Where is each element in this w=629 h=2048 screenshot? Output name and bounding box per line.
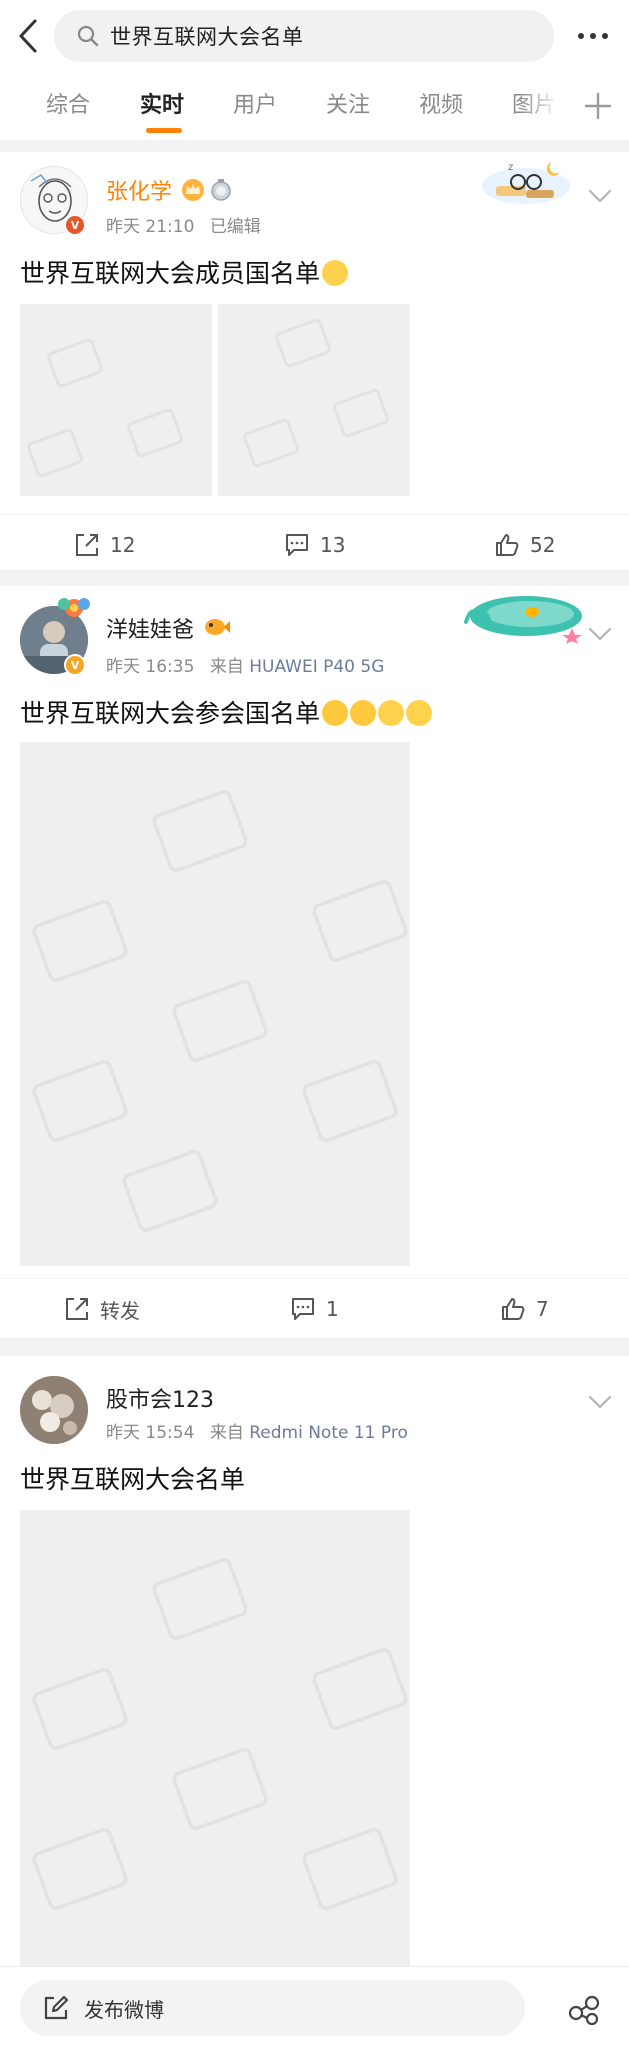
back-arrow-icon: [19, 19, 37, 53]
edited-label: 已编辑: [209, 217, 261, 237]
comment-count: 13: [320, 533, 346, 557]
post-source[interactable]: HUAWEI P40 5G: [249, 657, 384, 677]
bottom-bar: 发布微博: [0, 1966, 629, 2048]
repost-button[interactable]: 转发: [64, 1279, 140, 1339]
tab-fade-overlay: [520, 72, 560, 140]
post-image-placeholder[interactable]: [20, 1510, 410, 1966]
repost-label: 转发: [100, 1298, 140, 1323]
post-card[interactable]: V 张化学 昨天 21:10 已编辑 z 世界互联网大会成员国名单 12 13 …: [0, 152, 629, 570]
edit-icon: [44, 1995, 69, 2020]
repost-icon: [76, 534, 98, 556]
post-time: 昨天 15:54: [106, 1423, 195, 1443]
repost-button[interactable]: 12: [74, 515, 135, 575]
like-button[interactable]: 52: [494, 515, 555, 575]
post-author[interactable]: 张化学: [106, 180, 172, 205]
laugh-emoji-icon: [322, 700, 349, 726]
post-source[interactable]: Redmi Note 11 Pro: [249, 1423, 408, 1443]
repost-count: 12: [110, 533, 136, 557]
image-placeholder-icon: [27, 338, 183, 478]
laugh-cry-emoji-icon: [322, 260, 349, 286]
image-placeholder-icon: [32, 1558, 408, 1910]
more-options-button[interactable]: [568, 20, 618, 52]
post-image-placeholder[interactable]: [218, 304, 410, 496]
decoration-sticker-icon: [464, 596, 582, 644]
tab-video[interactable]: 视频: [419, 90, 463, 122]
thumbs-up-icon: [502, 1298, 525, 1320]
divider: [0, 140, 629, 152]
post-image-placeholder[interactable]: [20, 304, 212, 496]
tab-follow[interactable]: 关注: [326, 90, 370, 122]
post-image-placeholder[interactable]: [20, 742, 410, 1266]
post-card[interactable]: V 洋娃娃爸 昨天 16:35 来自 HUAWEI P40 5G 世界互联网大会…: [0, 586, 629, 1338]
image-placeholder-icon: [243, 318, 389, 468]
comment-icon: [292, 1298, 314, 1320]
post-time: 昨天 16:35: [106, 657, 195, 677]
laugh-emoji-icon: [350, 700, 377, 726]
dot-icon: [602, 33, 608, 39]
search-icon: [66, 10, 110, 62]
share-icon[interactable]: [566, 1991, 602, 2027]
post-text: 世界互联网大会成员国名单: [20, 259, 321, 288]
active-tab-indicator: [146, 128, 182, 133]
dot-icon: [590, 33, 596, 39]
verified-badge-icon: V: [64, 654, 86, 676]
crown-badge-icon: [182, 179, 204, 201]
post-time: 昨天 21:10: [106, 217, 195, 237]
comment-button[interactable]: 1: [290, 1279, 339, 1339]
post-card[interactable]: 股市会123 昨天 15:54 来自 Redmi Note 11 Pro 世界互…: [0, 1356, 629, 1966]
thumbs-up-icon: [496, 534, 519, 556]
source-prefix: 来自: [209, 1423, 244, 1443]
search-input[interactable]: 世界互联网大会名单: [54, 10, 554, 62]
back-button[interactable]: [10, 14, 46, 58]
decoration-sticker-icon: z: [482, 162, 570, 204]
chevron-down-icon[interactable]: [584, 1388, 616, 1416]
source-prefix: 来自: [209, 657, 244, 677]
comment-icon: [286, 534, 308, 556]
medal-badge-icon: [211, 179, 231, 201]
comment-button[interactable]: 13: [284, 515, 345, 575]
post-text: 世界互联网大会名单: [20, 1465, 246, 1494]
smile-emoji-icon: [378, 700, 405, 726]
verified-badge-icon: V: [64, 214, 86, 236]
chevron-down-icon[interactable]: [584, 620, 616, 648]
avatar[interactable]: [20, 1376, 88, 1444]
tongue-emoji-icon: [406, 700, 433, 726]
image-placeholder-icon: [32, 790, 408, 1232]
dot-icon: [578, 33, 584, 39]
like-count: 52: [530, 533, 556, 557]
avatar-frame-decoration-icon: [58, 598, 90, 617]
post-action-bar: 转发 1 7: [0, 1278, 629, 1338]
repost-icon: [66, 1298, 88, 1320]
tab-comprehensive[interactable]: 综合: [46, 90, 90, 122]
chevron-down-icon[interactable]: [584, 182, 616, 210]
post-author[interactable]: 股市会123: [106, 1388, 214, 1413]
fish-badge-icon: [205, 619, 230, 635]
post-action-bar: 12 13 52: [0, 514, 629, 574]
post-author[interactable]: 洋娃娃爸: [106, 618, 194, 643]
svg-text:z: z: [508, 162, 513, 173]
tab-realtime[interactable]: 实时: [140, 90, 184, 122]
like-count: 7: [536, 1297, 549, 1321]
compose-label: 发布微博: [84, 1997, 164, 2022]
comment-count: 1: [326, 1297, 339, 1321]
like-button[interactable]: 7: [500, 1279, 549, 1339]
search-query-text: 世界互联网大会名单: [110, 25, 304, 49]
divider: [0, 1338, 629, 1356]
compose-post-button[interactable]: 发布微博: [20, 1980, 525, 2036]
add-tab-icon[interactable]: [580, 88, 616, 124]
tab-users[interactable]: 用户: [233, 90, 277, 122]
top-bar: 世界互联网大会名单: [0, 0, 629, 72]
post-text: 世界互联网大会参会国名单: [20, 699, 321, 728]
divider: [0, 570, 629, 586]
avatar-flowers-icon: [20, 1376, 88, 1444]
